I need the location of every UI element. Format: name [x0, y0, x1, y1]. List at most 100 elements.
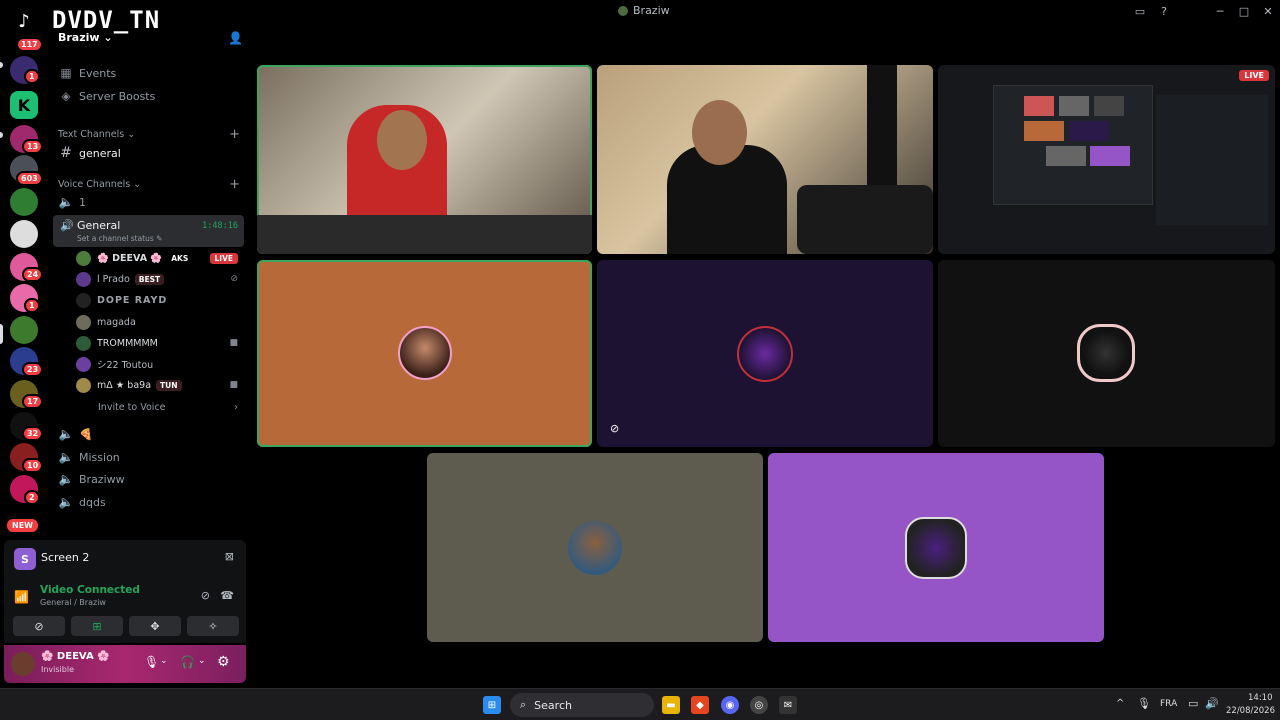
user-name[interactable]: 🌸 DEEVA 🌸 [41, 651, 110, 662]
screen-share-button[interactable]: ⊞ [71, 616, 123, 636]
kick-server-icon[interactable]: K [10, 91, 38, 119]
disconnect-icon[interactable]: ☎ [220, 589, 234, 602]
app-icon[interactable]: ✉ [779, 696, 797, 714]
preview-tile [1024, 121, 1064, 141]
camera-off-button[interactable]: ⊘ [13, 616, 65, 636]
noise-suppression-icon[interactable]: ⊘ [201, 589, 210, 602]
server-boosts-item[interactable]: ◈ Server Boosts [58, 85, 246, 107]
person-head [377, 110, 427, 170]
brave-browser-icon[interactable]: ◆ [691, 696, 709, 714]
voice-location[interactable]: General / Braziw [40, 598, 106, 607]
avatar [905, 517, 967, 579]
stop-stream-icon[interactable]: ⊠ [225, 550, 234, 563]
avatar [76, 292, 91, 308]
microphone-icon[interactable]: 🎙 [144, 655, 159, 669]
add-member-icon[interactable]: 👤 [228, 31, 243, 45]
voice-member[interactable]: l Prado BEST ⊘ [76, 269, 244, 289]
person-head [692, 100, 747, 165]
speaker-icon: 🔈 [58, 427, 74, 441]
chair [797, 185, 933, 254]
new-badge[interactable]: NEW [5, 517, 40, 534]
avatar [398, 326, 452, 380]
voice-channel-general[interactable]: 🔊 General 1:48:16 Set a channel status ✎ [53, 215, 244, 247]
clan-tag: AKS [171, 253, 189, 263]
selected-pill [0, 324, 3, 344]
guild-name[interactable]: Braziw ⌄ [58, 31, 113, 44]
participant-tile[interactable] [768, 453, 1104, 642]
soundboard-button[interactable]: ✧ [187, 616, 239, 636]
server-icon[interactable] [10, 188, 38, 216]
close-button[interactable]: ✕ [1256, 0, 1280, 22]
voice-channel-dqds[interactable]: 🔈 dqds [58, 491, 246, 513]
avatar [76, 250, 91, 266]
discord-icon[interactable]: ◉ [721, 696, 739, 714]
tiktok-icon[interactable]: ♪ [10, 7, 38, 35]
voice-member[interactable]: TROMMMMM ■ [76, 333, 244, 353]
help-icon[interactable]: ? [1152, 0, 1176, 22]
app-icon[interactable]: ◎ [750, 696, 768, 714]
add-channel-icon[interactable]: + [229, 127, 240, 142]
add-channel-icon[interactable]: + [229, 177, 240, 192]
calendar-icon: ▦ [60, 66, 72, 80]
gear-icon[interactable]: ⚙ [217, 654, 230, 670]
voice-member[interactable]: mΔ ★ ba9a TUN ■ [76, 375, 244, 395]
participant-tile[interactable]: ⊘ [597, 260, 933, 447]
voice-channels-category[interactable]: Voice Channels ⌄ + [58, 177, 244, 192]
language-indicator[interactable]: FRA [1160, 699, 1177, 709]
invite-to-voice[interactable]: Invite to Voice › [76, 397, 244, 417]
discord-app: Braziw ▭ ? ─ □ ✕ ♪ 117 1 K 13 603 24 1 2… [0, 0, 1280, 688]
chevron-up-icon[interactable]: ^ [1116, 698, 1124, 709]
voice-channel-mission[interactable]: 🔈 Mission [58, 446, 246, 468]
inbox-icon[interactable]: ▭ [1128, 0, 1152, 22]
participant-tile[interactable] [427, 453, 763, 642]
voice-member[interactable]: DOPE RAYD [76, 290, 244, 310]
user-status: Invisible [41, 665, 74, 674]
events-item[interactable]: ▦ Events [58, 62, 246, 84]
participant-tile[interactable] [938, 260, 1275, 447]
server-badge: 1 [24, 69, 40, 84]
video-tile-screenshare[interactable]: LIVE [938, 65, 1275, 254]
voice-channel-braziww[interactable]: 🔈 Braziww [58, 468, 246, 490]
volume-icon[interactable]: 🔊 [1205, 697, 1219, 710]
clan-tag: TUN [156, 379, 182, 391]
voice-member[interactable]: 🌸 DEEVA 🌸 AKS LIVE [76, 248, 244, 268]
video-tile-webcam-2[interactable] [597, 65, 933, 254]
avatar [76, 314, 91, 330]
maximize-button[interactable]: □ [1232, 0, 1256, 22]
voice-channel-pizza[interactable]: 🔈 🍕 [58, 423, 246, 445]
clock-time[interactable]: 14:10 [1248, 693, 1273, 703]
server-badge: 603 [16, 171, 43, 186]
live-badge: LIVE [1239, 70, 1269, 81]
avatar[interactable] [11, 652, 35, 676]
avatar [76, 335, 91, 351]
minimize-button[interactable]: ─ [1208, 0, 1232, 22]
participant-tile[interactable] [257, 260, 592, 447]
voice-member[interactable]: magada [76, 312, 244, 332]
video-tile-webcam-1[interactable] [257, 65, 592, 254]
server-badge: 24 [22, 267, 44, 282]
server-badge: 1 [24, 298, 40, 313]
activities-button[interactable]: ✥ [129, 616, 181, 636]
microphone-icon[interactable]: 🎙 [1137, 697, 1151, 710]
server-icon[interactable] [10, 220, 38, 248]
chevron-down-icon[interactable]: ⌄ [160, 656, 168, 666]
clock-date[interactable]: 22/08/2026 [1226, 706, 1275, 716]
channel-status[interactable]: Set a channel status ✎ [77, 234, 162, 243]
server-icon[interactable] [10, 316, 38, 344]
channel-general[interactable]: # general [58, 142, 246, 164]
server-rail: ♪ 117 1 K 13 603 24 1 23 17 32 10 2 NEW [0, 0, 48, 540]
search-box[interactable]: ⌕ Search [510, 693, 654, 717]
network-icon[interactable]: ▭ [1188, 697, 1198, 710]
chevron-down-icon[interactable]: ⌄ [198, 656, 206, 666]
chevron-right-icon: › [234, 401, 238, 413]
headphones-icon[interactable]: 🎧 [180, 655, 195, 669]
file-explorer-icon[interactable]: ▬ [662, 696, 680, 714]
windows-start-icon[interactable]: ⊞ [483, 696, 501, 714]
server-badge: 10 [22, 458, 44, 473]
text-channels-category[interactable]: Text Channels ⌄ + [58, 127, 244, 142]
voice-channel-1[interactable]: 🔈 1 [58, 191, 246, 213]
avatar [568, 521, 622, 575]
connection-status[interactable]: Video Connected [40, 584, 140, 596]
voice-member[interactable]: シ22 Toutou [76, 354, 244, 374]
preview-tile [1069, 121, 1109, 141]
